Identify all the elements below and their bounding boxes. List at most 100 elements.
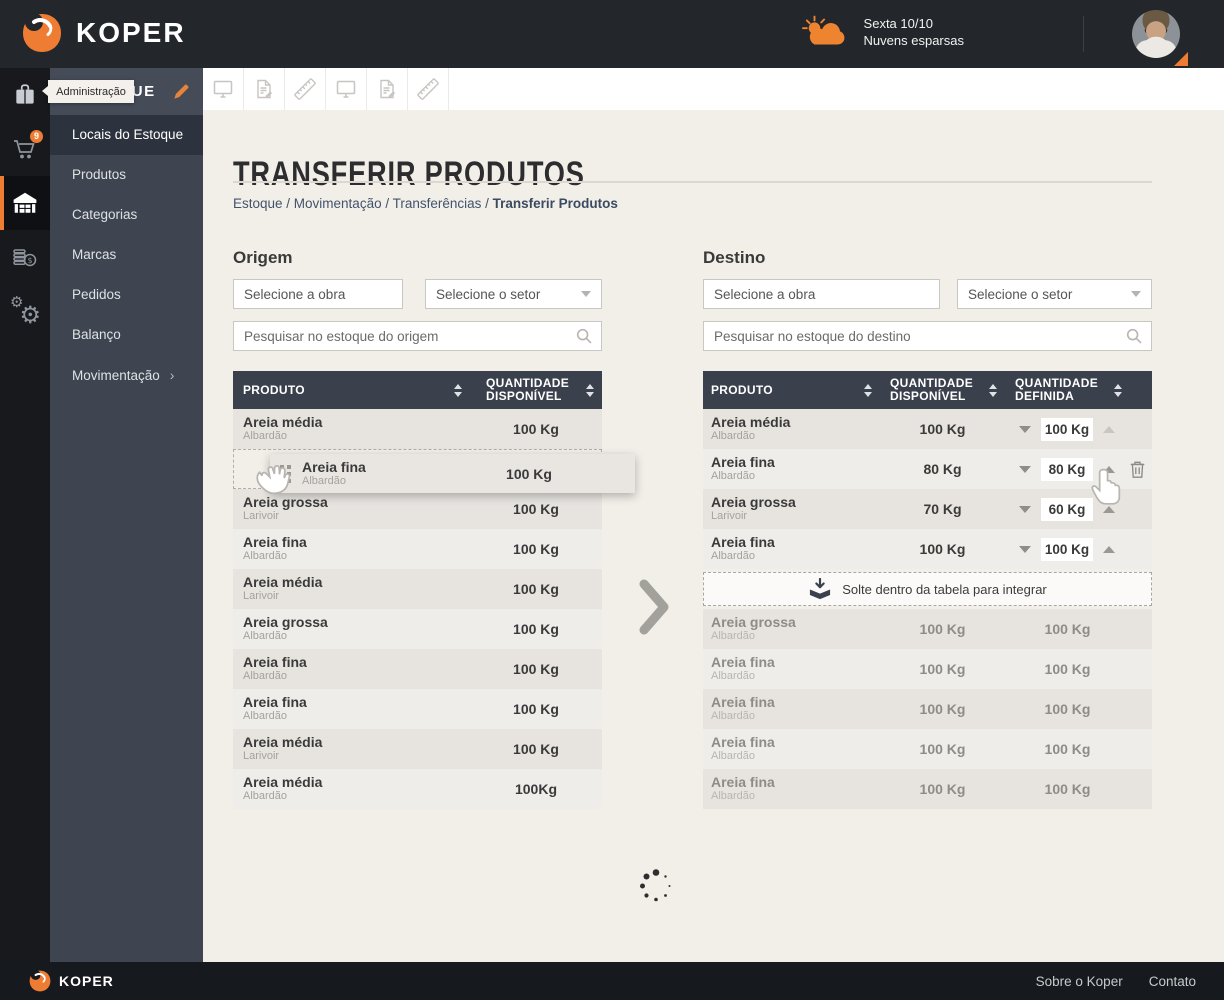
sort-toggle-icon[interactable] (864, 384, 872, 397)
origem-obra-value: Selecione a obra (244, 287, 345, 302)
sidebar-item-movimentacao[interactable]: Movimentação› (50, 355, 203, 395)
decrease-qty-button[interactable] (1019, 466, 1031, 473)
toolbar-monitor-button[interactable] (203, 68, 244, 110)
decrease-qty-button[interactable] (1019, 506, 1031, 513)
sidebar-item-marcas[interactable]: Marcas (50, 235, 203, 275)
product-name: Areia fina (711, 695, 880, 710)
product-location: Albardão (243, 550, 470, 563)
product-defined-qty: 100 Kg (1005, 741, 1130, 757)
table-row[interactable]: Areia finaAlbardão 100 Kg (233, 529, 602, 569)
app-window: KOPER Sexta 10/10 Nuvens esparsas (0, 0, 1224, 1000)
tooltip-label: Administração (56, 86, 126, 98)
table-row[interactable]: Areia médiaLarivoir 100 Kg (233, 729, 602, 769)
rail-item-estoque[interactable] (0, 176, 50, 230)
rail-item-financeiro[interactable]: $ (0, 230, 50, 284)
breadcrumb-path[interactable]: Estoque / Movimentação / Transferências … (233, 196, 493, 211)
product-name: Areia fina (711, 655, 880, 670)
origem-table-header: PRODUTO QUANTIDADE DISPONÍVEL (233, 371, 602, 409)
table-row[interactable]: Areia médiaLarivoir 100 Kg (233, 569, 602, 609)
sidebar-item-balanco[interactable]: Balanço (50, 315, 203, 355)
search-icon[interactable] (1125, 327, 1143, 345)
decrease-qty-button[interactable] (1019, 546, 1031, 553)
dragged-row[interactable]: Areia finaAlbardão 100 Kg (270, 454, 635, 493)
destino-setor-select[interactable]: Selecione o setor (957, 279, 1152, 309)
toolbar-document-button[interactable] (244, 68, 285, 110)
origem-rows: Areia médiaAlbardão 100 Kg Areia grossaL… (233, 409, 602, 809)
product-name: Areia média (243, 735, 470, 750)
increase-qty-button[interactable] (1103, 546, 1115, 553)
destino-table-header: PRODUTO QUANTIDADE DISPONÍVEL QUANTIDADE… (703, 371, 1152, 409)
defined-qty-input[interactable]: 100 Kg (1041, 418, 1093, 441)
quick-toolbar (203, 68, 1224, 110)
toolbar-document-button-2[interactable] (367, 68, 408, 110)
chevron-down-icon (581, 291, 591, 297)
sort-toggle-icon[interactable] (989, 384, 997, 397)
title-divider (233, 181, 1152, 183)
table-row[interactable]: Areia médiaAlbardão 100 Kg (233, 409, 602, 449)
table-row[interactable]: Areia médiaAlbardão 100 Kg 100 Kg (703, 409, 1152, 449)
destino-rows: Areia médiaAlbardão 100 Kg 100 Kg Areia … (703, 409, 1152, 809)
document-edit-icon (375, 77, 399, 101)
table-row[interactable]: Areia finaAlbardão 80 Kg 80 Kg (703, 449, 1152, 489)
footer-link-sobre[interactable]: Sobre o Koper (1036, 974, 1123, 989)
weather-day: Sexta 10/10 (864, 15, 964, 32)
sort-toggle-icon[interactable] (454, 384, 462, 397)
main-content: TRANSFERIR PRODUTOS Estoque / Movimentaç… (203, 110, 1224, 962)
rail-item-configuracoes[interactable]: ⚙⚙ (0, 284, 50, 338)
drop-target-zone[interactable]: Solte dentro da tabela para integrar (703, 572, 1152, 606)
col-quantidade-disponivel: QUANTIDADE DISPONÍVEL (486, 377, 564, 403)
toolbar-ruler-button[interactable] (285, 68, 326, 110)
sidebar-item-label: Locais do Estoque (72, 127, 183, 142)
table-row[interactable]: Areia finaAlbardão 100 Kg 100 Kg (703, 529, 1152, 569)
rail-item-pedidos[interactable]: 9 (0, 122, 50, 176)
product-name: Areia fina (711, 535, 880, 550)
topbar: KOPER Sexta 10/10 Nuvens esparsas (0, 0, 1224, 68)
table-row[interactable]: Areia grossaLarivoir 70 Kg 60 Kg (703, 489, 1152, 529)
table-row[interactable]: Areia médiaAlbardão 100Kg (233, 769, 602, 809)
product-qty: 100 Kg (470, 741, 602, 757)
sidebar-item-categorias[interactable]: Categorias (50, 195, 203, 235)
product-qty: 100 Kg (470, 701, 602, 717)
toolbar-ruler-button-2[interactable] (408, 68, 449, 110)
sort-toggle-icon[interactable] (1114, 384, 1122, 397)
table-row: Areia finaAlbardão 100 Kg 100 Kg (703, 769, 1152, 809)
toolbar-monitor-button-2[interactable] (326, 68, 367, 110)
table-row[interactable]: Areia finaAlbardão 100 Kg (233, 649, 602, 689)
icon-rail: 9 $ ⚙⚙ (0, 68, 50, 962)
decrease-qty-button[interactable] (1019, 426, 1031, 433)
product-location: Albardão (711, 750, 880, 763)
chevron-right-icon: › (170, 367, 175, 383)
increase-qty-button[interactable] (1103, 426, 1115, 433)
table-row: Areia finaAlbardão 100 Kg 100 Kg (703, 729, 1152, 769)
product-location: Albardão (711, 630, 880, 643)
product-location: Albardão (711, 470, 880, 483)
cart-badge: 9 (30, 130, 43, 143)
origem-setor-select[interactable]: Selecione o setor (425, 279, 602, 309)
footer-logo[interactable]: KOPER (28, 969, 114, 993)
origem-obra-select[interactable]: Selecione a obra (233, 279, 403, 309)
destino-search-input[interactable] (704, 329, 1125, 344)
table-row[interactable]: Areia finaAlbardão 100 Kg (233, 689, 602, 729)
sidebar-item-pedidos[interactable]: Pedidos (50, 275, 203, 315)
product-location: Larivoir (711, 510, 880, 523)
edit-pencil-icon[interactable] (172, 82, 191, 101)
table-row[interactable]: Areia grossaAlbardão 100 Kg (233, 609, 602, 649)
product-available-qty: 100 Kg (880, 661, 1005, 677)
sidebar-item-produtos[interactable]: Produtos (50, 155, 203, 195)
ruler-icon (293, 77, 317, 101)
drop-box-icon (808, 578, 832, 600)
defined-qty-input[interactable]: 100 Kg (1041, 538, 1093, 561)
product-qty: 100 Kg (470, 621, 602, 637)
sort-toggle-icon[interactable] (586, 384, 594, 397)
search-icon[interactable] (575, 327, 593, 345)
origem-search-input[interactable] (234, 329, 575, 344)
chevron-down-icon (1131, 291, 1141, 297)
product-name: Areia fina (711, 735, 880, 750)
user-avatar[interactable] (1132, 10, 1180, 58)
footer-link-contato[interactable]: Contato (1149, 974, 1196, 989)
destino-obra-select[interactable]: Selecione a obra (703, 279, 940, 309)
footer-brand-name: KOPER (59, 973, 114, 989)
product-location: Albardão (243, 630, 470, 643)
sidebar-item-locais-do-estoque[interactable]: Locais do Estoque (50, 115, 203, 155)
brand-logo[interactable]: KOPER (20, 11, 186, 55)
